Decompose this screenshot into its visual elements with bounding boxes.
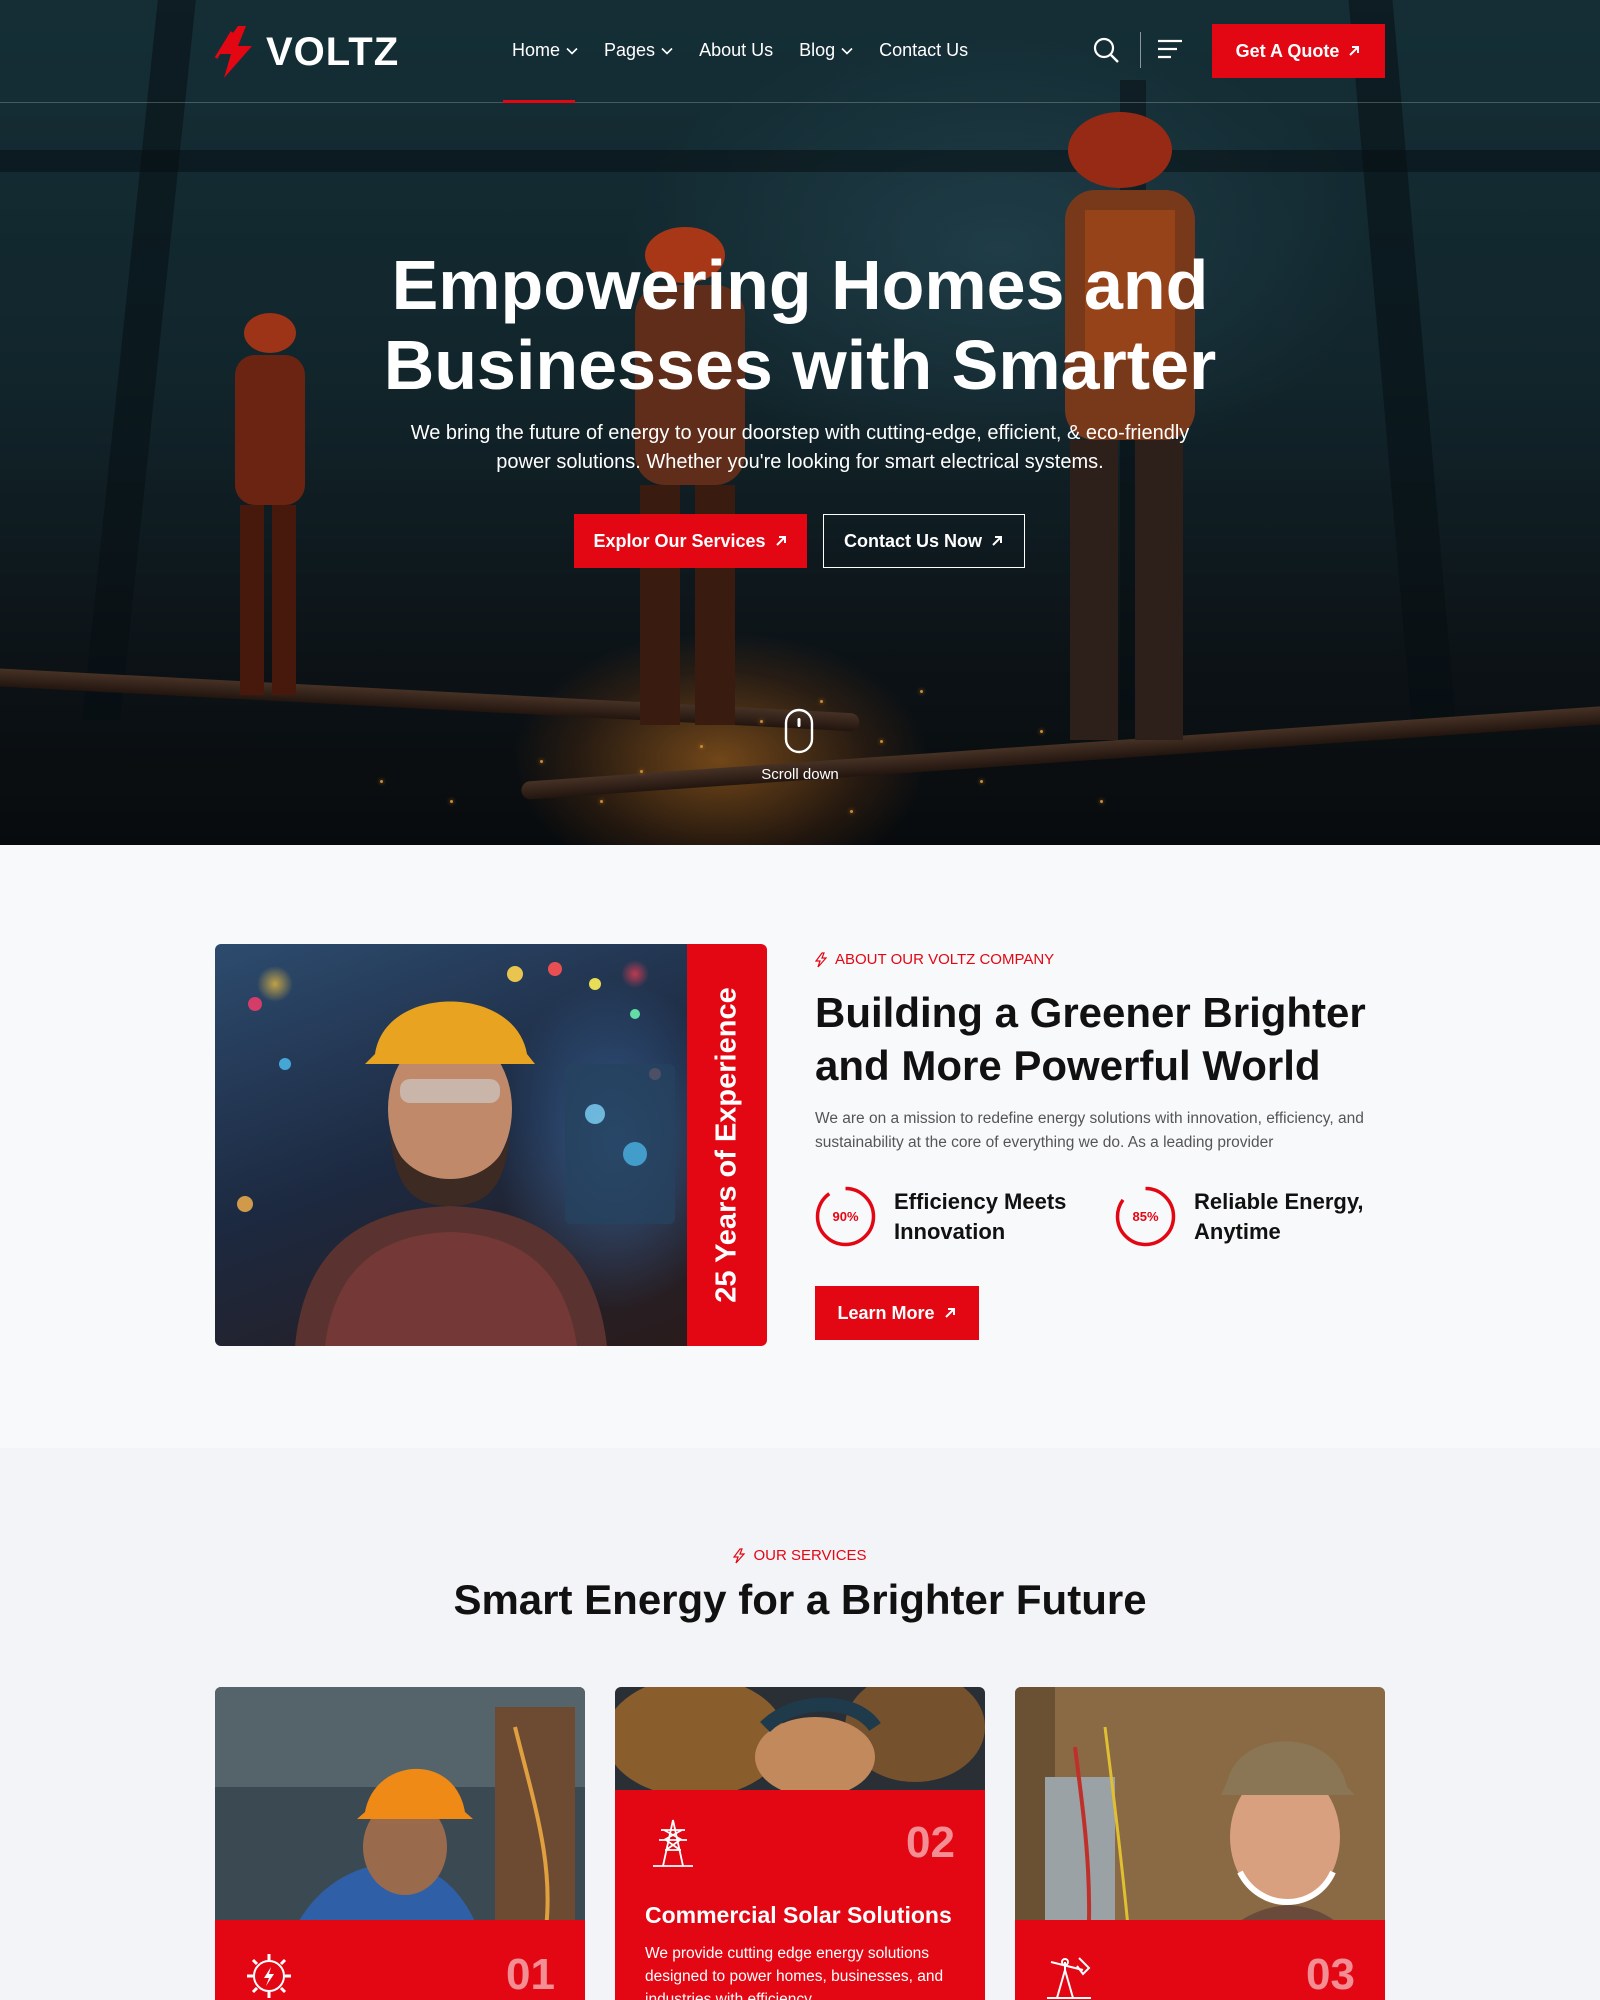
arrow-up-right-icon xyxy=(992,536,1002,546)
card-text: We provide cutting edge energy solutions… xyxy=(645,1945,944,2000)
top-navbar: VOLTZ Home Pages About Us Blog Contact U… xyxy=(0,0,1600,103)
services-title: Smart Energy for a Brighter Future xyxy=(453,1576,1147,1623)
oil-pump-icon xyxy=(1047,1957,1091,1999)
about-description: We are on a mission to redefine energy s… xyxy=(815,1110,1364,1151)
arrow-up-right-icon xyxy=(775,536,786,546)
card-red-panel: 02 Commercial Solar Solutions We provide… xyxy=(615,1790,985,2000)
menu-item-about-us[interactable]: About Us xyxy=(699,40,773,61)
main-menu: Home Pages About Us Blog Contact Us xyxy=(512,40,968,61)
card-number: 03 xyxy=(1306,1950,1355,1999)
button-label: Get A Quote xyxy=(1235,40,1340,61)
stat-reliability: 85% Reliable Energy, Anytime xyxy=(1115,1186,1384,1247)
progress-ring-value: 85% xyxy=(1132,1209,1158,1224)
eyebrow-text: ABOUT OUR VOLTZ COMPANY xyxy=(835,951,1055,968)
progress-ring: 90% xyxy=(815,1186,876,1247)
services-section: OUR SERVICES Smart Energy for a Brighter… xyxy=(0,1448,1600,2000)
about-title: Building a Greener Brighter and More Pow… xyxy=(815,989,1366,1089)
active-menu-indicator xyxy=(503,100,575,103)
arrow-up-right-icon xyxy=(1349,46,1360,56)
button-label: Learn More xyxy=(837,1302,935,1323)
hero-section: VOLTZ Home Pages About Us Blog Contact U… xyxy=(0,0,1600,845)
service-card[interactable]: 01 xyxy=(215,1687,585,2000)
menu-item-label: Pages xyxy=(604,40,656,60)
learn-more-button[interactable]: Learn More xyxy=(815,1286,979,1340)
mouse-scroll-icon[interactable] xyxy=(784,708,814,754)
menu-item-label: Blog xyxy=(799,40,836,60)
hero-title: Empowering Homes and Businesses with Sma… xyxy=(383,246,1217,404)
gear-bolt-icon xyxy=(247,1954,291,1998)
search-icon[interactable] xyxy=(1092,36,1120,64)
button-label: Explor Our Services xyxy=(593,530,766,551)
menu-item-label: Contact Us xyxy=(879,40,969,60)
card-number: 01 xyxy=(506,1950,555,1999)
explore-services-button[interactable]: Explor Our Services xyxy=(574,514,807,568)
menu-item-label: Home xyxy=(512,40,561,60)
engineer-photo xyxy=(215,944,687,1346)
progress-ring-value: 90% xyxy=(832,1209,858,1224)
experience-text: 25 Years of Experience xyxy=(710,987,743,1303)
about-section: 25 Years of Experience ABOUT OUR VOLTZ C… xyxy=(0,845,1600,1448)
hero-subtitle: We bring the future of energy to your do… xyxy=(410,422,1190,473)
chevron-down-icon xyxy=(841,47,853,55)
contact-us-now-button[interactable]: Contact Us Now xyxy=(823,514,1025,568)
menu-item-pages[interactable]: Pages xyxy=(604,40,673,61)
logo-text: VOLTZ xyxy=(266,29,400,74)
about-eyebrow: ABOUT OUR VOLTZ COMPANY xyxy=(815,951,1054,968)
service-card[interactable]: 03 xyxy=(1015,1687,1385,2000)
menu-item-contact-us[interactable]: Contact Us xyxy=(879,40,968,61)
transmission-tower-icon xyxy=(653,1819,693,1867)
button-label: Contact Us Now xyxy=(843,530,982,551)
chevron-down-icon xyxy=(566,47,578,55)
progress-ring: 85% xyxy=(1115,1186,1176,1247)
services-eyebrow: OUR SERVICES xyxy=(0,1547,1600,1564)
stat-efficiency: 90% Efficiency Meets Innovation xyxy=(815,1186,1084,1247)
experience-band: 25 Years of Experience xyxy=(687,944,767,1346)
card-red-panel: 01 xyxy=(215,1920,585,2000)
lightning-bolt-icon xyxy=(815,951,827,967)
service-card[interactable]: 02 Commercial Solar Solutions We provide… xyxy=(615,1687,985,2000)
lightning-bolt-icon xyxy=(214,26,252,78)
stat-label: Efficiency Meets Innovation xyxy=(894,1188,1067,1244)
menu-item-blog[interactable]: Blog xyxy=(799,40,853,61)
menu-item-home[interactable]: Home xyxy=(512,40,578,61)
nav-divider xyxy=(1140,32,1141,68)
menu-item-label: About Us xyxy=(699,40,774,60)
stat-label: Reliable Energy, Anytime xyxy=(1194,1188,1364,1244)
card-title: Commercial Solar Solutions xyxy=(645,1902,952,1928)
scroll-down-label[interactable]: Scroll down xyxy=(740,766,860,783)
logo[interactable]: VOLTZ xyxy=(212,24,399,80)
eyebrow-text: OUR SERVICES xyxy=(753,1547,867,1564)
get-a-quote-button[interactable]: Get A Quote xyxy=(1212,24,1385,78)
card-red-panel: 03 xyxy=(1015,1920,1385,2000)
lightning-bolt-icon xyxy=(733,1547,746,1563)
chevron-down-icon xyxy=(661,47,673,55)
arrow-up-right-icon xyxy=(944,1308,955,1318)
hamburger-menu-icon[interactable] xyxy=(1157,38,1183,60)
card-number: 02 xyxy=(906,1818,955,1867)
